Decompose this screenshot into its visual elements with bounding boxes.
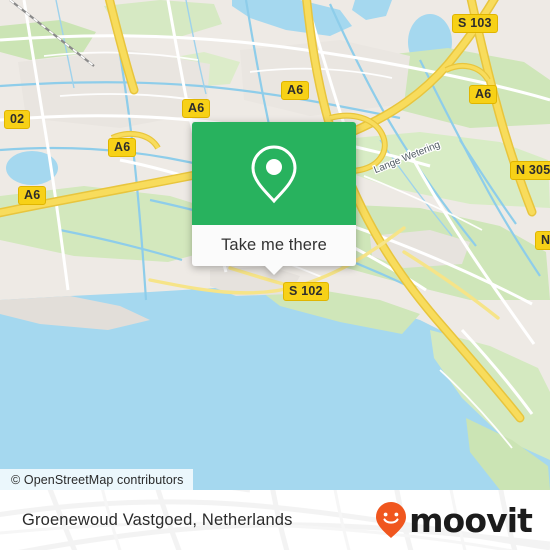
osm-attribution-text: © OpenStreetMap contributors bbox=[11, 472, 184, 487]
road-shield-a6: A6 bbox=[182, 99, 211, 118]
footer-bar: Groenewoud Vastgoed, Netherlands moovit bbox=[0, 490, 550, 550]
take-me-there-label: Take me there bbox=[221, 236, 327, 254]
osm-attribution[interactable]: © OpenStreetMap contributors bbox=[0, 469, 193, 490]
road-shield-a6: A6 bbox=[281, 81, 310, 100]
moovit-pin-icon bbox=[376, 502, 407, 538]
map-canvas[interactable]: Lange Wetering S 103A6A6A602A6N 305A6N 3… bbox=[0, 0, 550, 490]
moovit-location-card: Lange Wetering S 103A6A6A602A6N 305A6N 3… bbox=[0, 0, 550, 550]
road-shield-n305: N 305 bbox=[510, 161, 550, 180]
callout-icon-panel bbox=[192, 122, 356, 225]
road-shield-a6: A6 bbox=[108, 138, 137, 157]
callout-pointer bbox=[265, 266, 283, 275]
road-shield-a6: A6 bbox=[469, 85, 498, 104]
location-callout-card[interactable]: Take me there bbox=[192, 122, 356, 275]
take-me-there-button[interactable]: Take me there bbox=[192, 225, 356, 266]
road-shield-a6: A6 bbox=[18, 186, 47, 205]
road-shield-s102: S 102 bbox=[283, 282, 329, 301]
road-shield-02: 02 bbox=[4, 110, 31, 129]
location-pin-icon bbox=[251, 144, 297, 203]
location-title: Groenewoud Vastgoed, Netherlands bbox=[22, 510, 293, 529]
moovit-logo[interactable]: moovit bbox=[374, 500, 533, 540]
road-shield-s103: S 103 bbox=[452, 14, 498, 33]
road-shield-n3: N 3 bbox=[535, 231, 550, 250]
moovit-wordmark: moovit bbox=[409, 500, 533, 540]
